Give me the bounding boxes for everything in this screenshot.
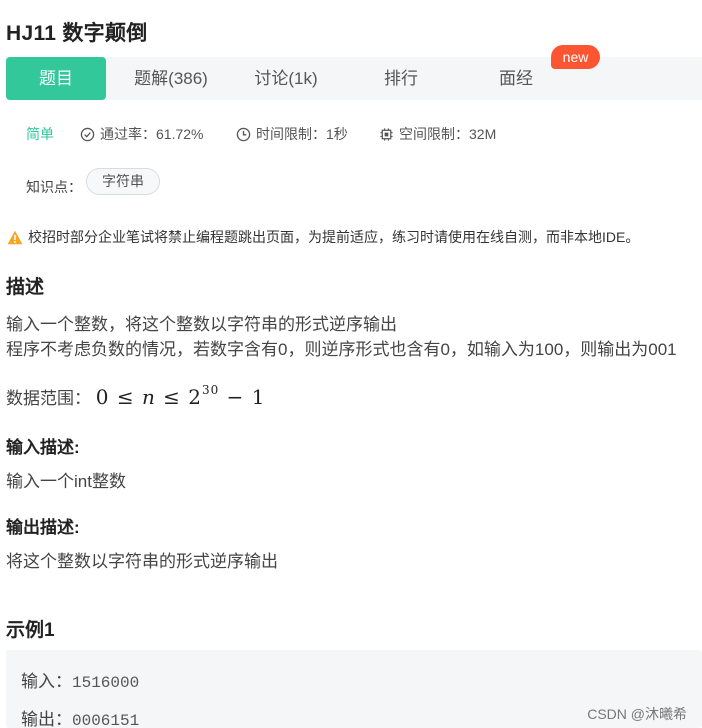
example-output-label: 输出： bbox=[21, 710, 72, 728]
warning-text: 校招时部分企业笔试将禁止编程题跳出页面，为提前适应，练习时请使用在线自测，而非本… bbox=[28, 229, 640, 245]
example-output-value: 0006151 bbox=[72, 712, 140, 728]
knowledge-label: 知识点： bbox=[26, 179, 82, 195]
input-desc-heading: 输入描述: bbox=[6, 438, 80, 457]
example-heading: 示例1 bbox=[6, 620, 55, 641]
description-line-2: 程序不考虑负数的情况，若数字含有0，则逆序形式也含有0，如输入为100，则输出为… bbox=[6, 340, 677, 359]
example-input-label: 输入： bbox=[21, 672, 72, 691]
data-range: 数据范围： 0 ≤ n ≤ 230 − 1 bbox=[6, 383, 266, 409]
tab-problem[interactable]: 题目 bbox=[6, 57, 106, 100]
memory-chip-icon bbox=[380, 127, 393, 141]
problem-title: HJ11 数字颠倒 bbox=[6, 22, 148, 45]
warning-icon bbox=[7, 230, 23, 244]
example-input-value: 1516000 bbox=[72, 674, 140, 692]
description-line-1: 输入一个整数，将这个整数以字符串的形式逆序输出 bbox=[6, 315, 397, 334]
warning-notice: 校招时部分企业笔试将禁止编程题跳出页面，为提前适应，练习时请使用在线自测，而非本… bbox=[7, 227, 639, 247]
clock-icon bbox=[236, 127, 251, 141]
tab-solutions[interactable]: 题解(386) bbox=[119, 57, 223, 100]
input-desc-text: 输入一个int整数 bbox=[6, 472, 126, 491]
new-badge: new bbox=[551, 45, 600, 69]
space-limit: 空间限制：32M bbox=[379, 124, 496, 144]
csdn-watermark: CSDN @沐曦希 bbox=[587, 706, 687, 722]
space-limit-text: 空间限制：32M bbox=[399, 126, 497, 142]
knowledge-tag[interactable]: 字符串 bbox=[86, 168, 160, 195]
tab-discussion[interactable]: 讨论(1k) bbox=[236, 57, 336, 100]
pass-rate-text: 通过率：61.72% bbox=[100, 126, 204, 142]
example-input: 输入： 1516000 bbox=[21, 667, 139, 692]
description-heading: 描述 bbox=[6, 277, 45, 298]
example-output: 输出： 0006151 bbox=[21, 705, 139, 728]
difficulty-label: 简单 bbox=[26, 126, 54, 142]
data-range-formula: 0 ≤ n ≤ 230 − 1 bbox=[95, 383, 266, 409]
data-range-label: 数据范围： bbox=[6, 389, 91, 408]
pass-rate: 通过率：61.72% bbox=[80, 124, 203, 144]
time-limit: 时间限制：1秒 bbox=[236, 124, 348, 144]
check-circle-icon bbox=[80, 127, 95, 141]
output-desc-text: 将这个整数以字符串的形式逆序输出 bbox=[6, 552, 278, 571]
tab-ranking[interactable]: 排行 bbox=[351, 57, 451, 100]
time-limit-text: 时间限制：1秒 bbox=[256, 126, 348, 142]
output-desc-heading: 输出描述: bbox=[6, 518, 80, 537]
